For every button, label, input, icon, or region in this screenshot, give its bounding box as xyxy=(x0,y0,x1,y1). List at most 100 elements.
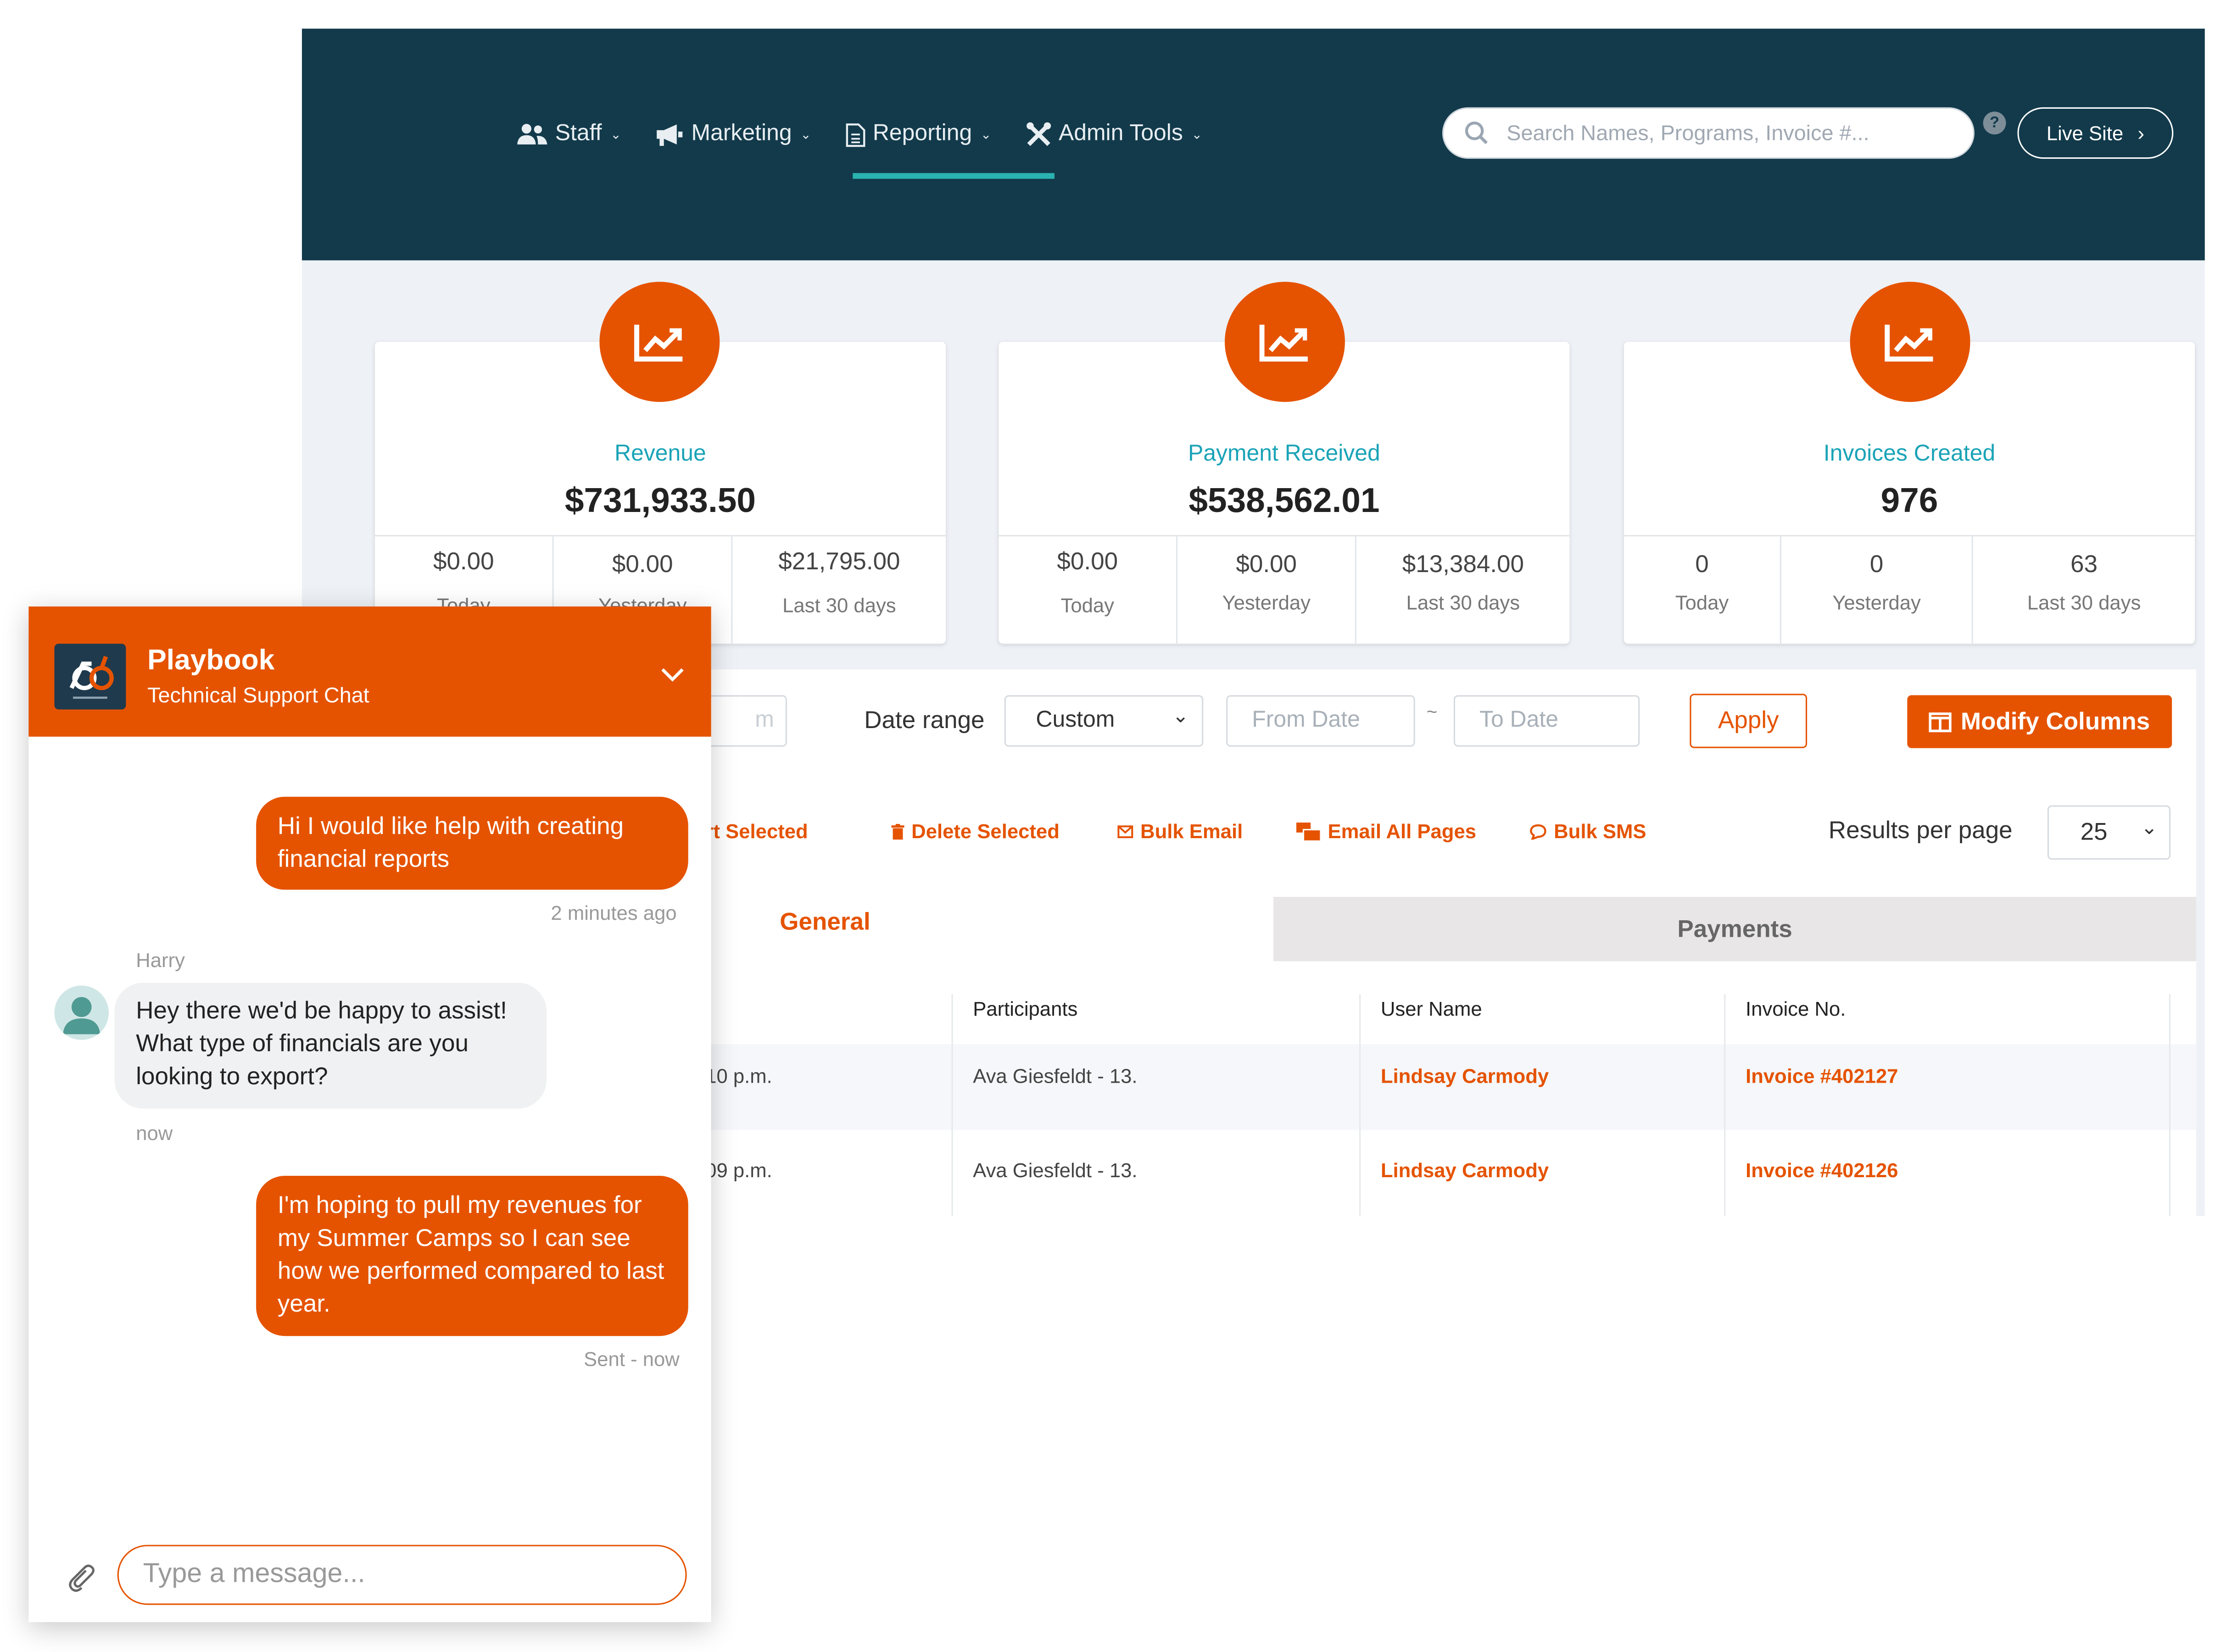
tab-general-label: General xyxy=(780,908,870,936)
stat-cell-label: Yesterday xyxy=(1832,590,1921,614)
to-date-placeholder: To Date xyxy=(1479,708,1558,733)
invoice-link[interactable]: Invoice #402126 xyxy=(1746,1159,1898,1182)
stat-cell-label: Yesterday xyxy=(1222,590,1311,614)
global-search[interactable] xyxy=(1442,107,1975,159)
chevron-down-icon[interactable] xyxy=(659,667,685,684)
chart-trend-icon xyxy=(1225,282,1345,402)
nav-staff-label: Staff xyxy=(555,122,602,146)
header-user-name[interactable]: User Name xyxy=(1381,997,1482,1020)
chevron-down-icon: ⌄ xyxy=(800,126,811,141)
nav-reporting-label: Reporting xyxy=(872,122,972,146)
user-link[interactable]: Lindsay Carmody xyxy=(1381,1159,1549,1182)
stat-cell-label: Last 30 days xyxy=(1406,590,1520,614)
stat-cell-30-days: $13,384.00 Last 30 days xyxy=(1356,536,1569,645)
invoice-link[interactable]: Invoice #402127 xyxy=(1746,1064,1898,1087)
from-date-input[interactable]: From Date xyxy=(1226,695,1415,747)
bulk-sms-button[interactable]: Bulk SMS xyxy=(1529,820,1646,843)
column-divider xyxy=(2169,994,2171,1216)
stat-cell-today: 0 Today xyxy=(1624,536,1782,645)
modify-columns-button[interactable]: Modify Columns xyxy=(1907,695,2172,748)
mail-bulk-icon xyxy=(1296,822,1321,840)
support-chat-widget: Playbook Technical Support Chat Hi I wou… xyxy=(28,606,711,1622)
active-nav-indicator xyxy=(853,173,1055,179)
cell-time: 09 p.m. xyxy=(705,1158,772,1182)
message-input-wrapper[interactable] xyxy=(117,1545,687,1605)
cell-time: 10 p.m. xyxy=(705,1064,772,1087)
chevron-right-icon: › xyxy=(2137,122,2144,145)
from-date-placeholder: From Date xyxy=(1252,708,1360,733)
tab-payments-label: Payments xyxy=(1677,915,1792,943)
column-divider xyxy=(951,994,953,1216)
tab-payments[interactable]: Payments xyxy=(1273,896,2197,962)
chat-message-outgoing: Hi I would like help with creating finan… xyxy=(256,796,688,890)
chevron-down-icon: ⌄ xyxy=(2141,815,2158,839)
bulk-email-button[interactable]: Bulk Email xyxy=(1117,820,1243,843)
stat-title: Revenue xyxy=(614,442,706,467)
email-all-pages-label: Email All Pages xyxy=(1328,819,1476,843)
envelope-icon xyxy=(1117,824,1133,838)
stat-cell-label: Last 30 days xyxy=(2027,590,2141,614)
date-range-select[interactable]: Custom ⌄ xyxy=(1004,695,1204,747)
stat-title: Payment Received xyxy=(1188,442,1380,467)
apply-button[interactable]: Apply xyxy=(1690,694,1808,748)
chevron-down-icon: ⌄ xyxy=(1191,126,1203,141)
results-per-page-value: 25 xyxy=(2080,818,2108,845)
stat-cell-value: 0 xyxy=(1869,551,1884,578)
sms-bubble-icon xyxy=(1530,823,1546,839)
stat-cell-value: $21,795.00 xyxy=(778,548,900,575)
stat-cell-value: $13,384.00 xyxy=(1402,551,1524,578)
report-tabs: General Payments xyxy=(628,887,2197,962)
modify-columns-label: Modify Columns xyxy=(1960,707,2150,735)
help-icon[interactable]: ? xyxy=(1983,111,2006,135)
document-icon xyxy=(846,122,865,146)
stat-cell-30-days: $21,795.00 Last 30 days xyxy=(733,536,946,645)
delete-selected-label: Delete Selected xyxy=(911,819,1060,843)
chat-title: Playbook xyxy=(147,645,275,677)
email-all-pages-button[interactable]: Email All Pages xyxy=(1296,820,1476,843)
cell-participant: Ava Giesfeldt - 13. xyxy=(973,1158,1138,1182)
search-input[interactable] xyxy=(1504,119,1939,147)
nav-admin-tools[interactable]: Admin Tools ⌄ xyxy=(1026,117,1202,152)
header-participants[interactable]: Participants xyxy=(973,997,1077,1020)
live-site-button[interactable]: Live Site › xyxy=(2017,107,2174,159)
chart-trend-icon xyxy=(1850,282,1970,402)
nav-marketing[interactable]: Marketing ⌄ xyxy=(656,117,811,152)
date-range-value: Custom xyxy=(1036,708,1115,733)
stat-cell-label: Today xyxy=(1060,593,1114,617)
playbook-logo xyxy=(54,644,126,710)
results-per-page-select[interactable]: 25 ⌄ xyxy=(2047,805,2171,860)
date-separator: ~ xyxy=(1426,701,1438,723)
chevron-down-icon: ⌄ xyxy=(1172,704,1189,727)
stat-cell-value: $0.00 xyxy=(1236,551,1297,578)
bulk-sms-label: Bulk SMS xyxy=(1554,819,1646,843)
to-date-input[interactable]: To Date xyxy=(1453,695,1640,747)
stat-cell-yesterday: 0 Yesterday xyxy=(1781,536,1974,645)
avatar xyxy=(54,985,109,1040)
message-timestamp: now xyxy=(136,1121,173,1145)
cell-participant: Ava Giesfeldt - 13. xyxy=(973,1064,1138,1087)
stat-cell-label: Today xyxy=(1675,590,1729,614)
live-site-label: Live Site xyxy=(2046,122,2124,145)
chat-subtitle: Technical Support Chat xyxy=(147,684,369,708)
sender-name: Harry xyxy=(136,948,185,972)
tab-general[interactable]: General xyxy=(628,887,1274,962)
nav-staff[interactable]: Staff ⌄ xyxy=(517,117,621,152)
tools-icon xyxy=(1026,122,1051,146)
bulk-email-label: Bulk Email xyxy=(1140,819,1243,843)
message-timestamp: 2 minutes ago xyxy=(551,901,677,924)
message-status: Sent - now xyxy=(584,1347,680,1371)
header-invoice-no[interactable]: Invoice No. xyxy=(1746,997,1846,1020)
stat-cell-value: $0.00 xyxy=(433,548,494,575)
search-icon xyxy=(1465,122,1488,145)
stat-value: 976 xyxy=(1880,482,1938,521)
delete-selected-button[interactable]: Delete Selected xyxy=(891,819,1060,843)
stat-cell-value: $0.00 xyxy=(612,551,673,578)
user-link[interactable]: Lindsay Carmody xyxy=(1381,1064,1549,1087)
nav-reporting[interactable]: Reporting ⌄ xyxy=(846,117,991,152)
paperclip-icon[interactable] xyxy=(67,1563,96,1592)
chat-header[interactable]: Playbook Technical Support Chat xyxy=(28,606,711,737)
columns-icon xyxy=(1929,712,1952,732)
trash-icon xyxy=(891,823,904,839)
message-input[interactable] xyxy=(140,1557,661,1592)
chat-message-incoming: Hey there we'd be happy to assist! What … xyxy=(114,983,547,1109)
